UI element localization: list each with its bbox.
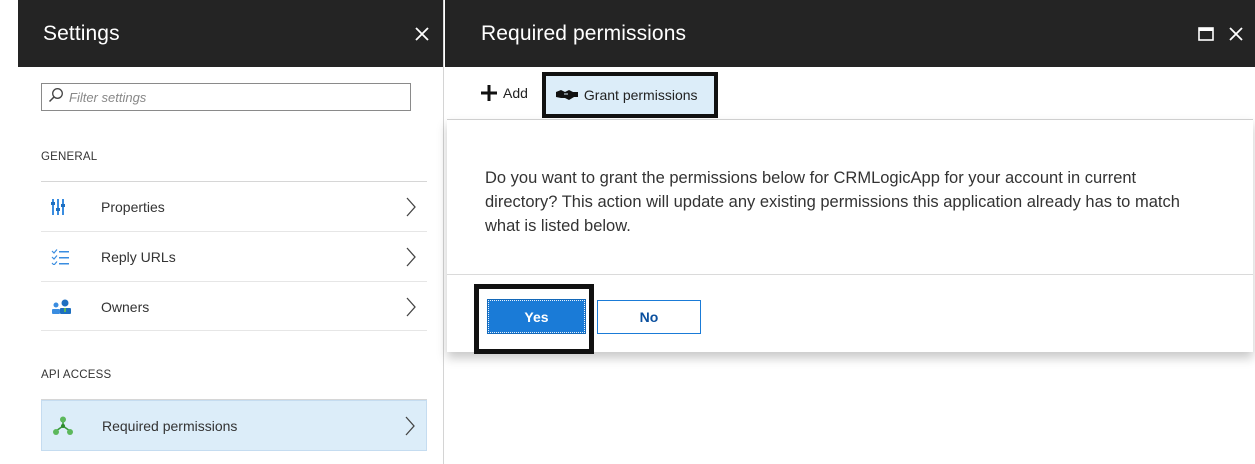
- owners-icon: [51, 297, 77, 317]
- permissions-title: Required permissions: [481, 21, 687, 45]
- menu-item-owners[interactable]: Owners: [41, 283, 427, 331]
- settings-header: Settings: [18, 0, 443, 67]
- add-button[interactable]: Add: [481, 70, 536, 116]
- chevron-right-icon: [399, 295, 423, 319]
- required-permissions-blade: Required permissions Add Grant permissio…: [445, 0, 1255, 464]
- grant-permissions-button[interactable]: Grant permissions: [541, 71, 718, 118]
- permissions-header: Required permissions: [445, 0, 1255, 67]
- menu-item-properties[interactable]: Properties: [41, 183, 427, 232]
- properties-icon: [51, 197, 77, 217]
- menu-item-label: Reply URLs: [101, 249, 176, 265]
- grant-permissions-label: Grant permissions: [583, 86, 698, 103]
- header-actions: [1195, 23, 1247, 45]
- filter-settings-box: [41, 83, 411, 111]
- required-permissions-icon: [52, 416, 78, 436]
- maximize-icon[interactable]: [1195, 23, 1217, 45]
- chevron-right-icon: [399, 195, 423, 219]
- chevron-right-icon: [398, 414, 422, 438]
- handshake-icon: [555, 89, 578, 101]
- menu-item-reply-urls[interactable]: Reply URLs: [41, 233, 427, 282]
- menu-item-label: Owners: [101, 298, 150, 315]
- section-label-general: GENERAL: [41, 151, 98, 163]
- close-icon[interactable]: [411, 23, 433, 45]
- settings-blade: Settings GENERAL: [18, 0, 444, 464]
- filter-settings-input[interactable]: [64, 85, 410, 109]
- menu-item-required-permissions[interactable]: Required permissions: [41, 400, 427, 451]
- menu-item-label: Required permissions: [102, 417, 238, 434]
- no-button[interactable]: No: [597, 300, 701, 334]
- dialog-message: Do you want to grant the permissions bel…: [485, 169, 1180, 235]
- settings-title: Settings: [43, 21, 120, 45]
- yes-button[interactable]: Yes: [487, 299, 586, 334]
- search-icon: [48, 87, 64, 108]
- dialog-divider: [447, 274, 1253, 275]
- add-label: Add: [503, 85, 528, 101]
- azure-portal-view: Settings GENERAL: [0, 0, 1255, 464]
- chevron-right-icon: [399, 245, 423, 269]
- permissions-toolbar: Add Grant permissions: [445, 67, 1255, 119]
- grant-permissions-dialog: Do you want to grant the permissions bel…: [447, 119, 1253, 354]
- plus-icon: [481, 85, 497, 101]
- close-icon[interactable]: [1225, 23, 1247, 45]
- reply-urls-icon: [51, 247, 77, 267]
- section-divider: [41, 181, 427, 182]
- section-label-api-access: API ACCESS: [41, 369, 112, 381]
- menu-item-label: Properties: [101, 199, 165, 215]
